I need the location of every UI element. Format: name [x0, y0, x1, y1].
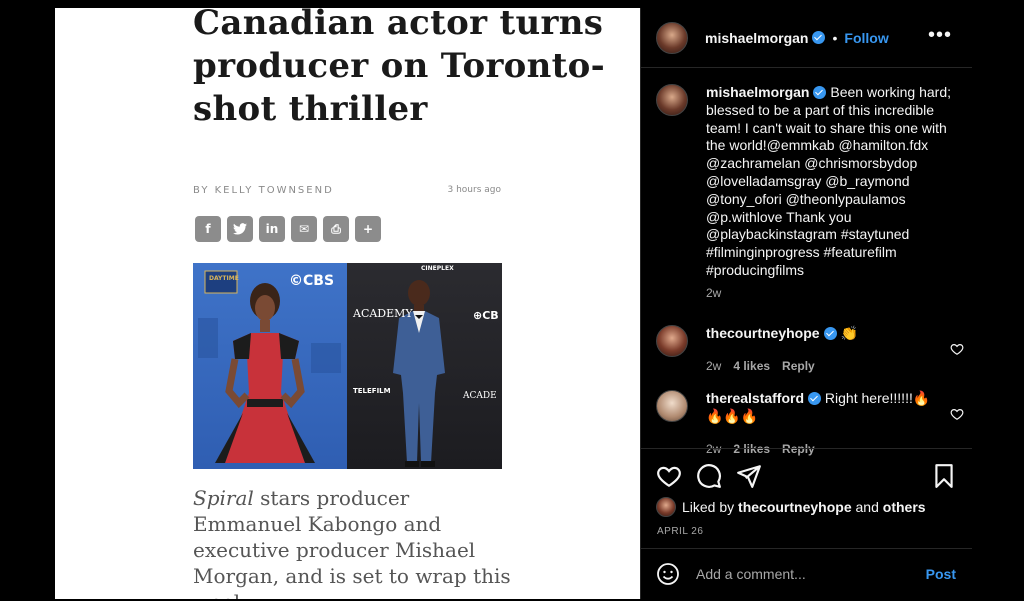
byline-author[interactable]: KELLY TOWNSEND [215, 185, 334, 196]
separator-dot: • [832, 29, 838, 46]
plus-icon: + [362, 222, 374, 236]
follow-button[interactable]: Follow [844, 30, 888, 46]
verified-badge-icon [812, 31, 826, 44]
caption-timestamp[interactable]: 2w [706, 286, 721, 300]
comment-text: 👏 [840, 325, 858, 341]
post-username[interactable]: mishaelmorgan [705, 30, 808, 46]
comment-input[interactable] [696, 566, 906, 582]
like-heart-icon[interactable] [656, 463, 682, 489]
like-comment-heart-icon[interactable] [950, 342, 964, 356]
linkedin-icon: in [265, 222, 279, 236]
photo-right-red-carpet: CINEPLEX ACADEMY ⊕CB TELEFILM ACADE [347, 263, 502, 469]
comment-username[interactable]: therealstafford [706, 390, 804, 406]
liked-by-others[interactable]: others [883, 499, 926, 515]
liked-by-user[interactable]: thecourtneyhope [738, 499, 852, 515]
twitter-icon [233, 223, 247, 235]
share-buttons: f in ✉ ⎙ + [195, 216, 381, 242]
cineplex-logo: CINEPLEX [421, 265, 454, 272]
academy-logo: ACADEMY [353, 307, 413, 320]
facebook-icon: f [205, 222, 211, 236]
post-header: mishaelmorgan • Follow ••• [641, 8, 972, 68]
byline: BY KELLY TOWNSEND [193, 185, 334, 196]
post-actions: Liked by thecourtneyhope and others APRI… [641, 448, 972, 548]
post-comment-button[interactable]: Post [926, 566, 956, 582]
article-panel: Canadian actor turns producer on Toronto… [55, 8, 640, 599]
actor-illustration [393, 280, 445, 467]
comment-likes[interactable]: 4 likes [733, 359, 770, 373]
verified-badge-icon [808, 392, 822, 405]
comment-avatar[interactable] [656, 390, 688, 422]
caption-avatar[interactable] [656, 84, 688, 116]
print-button[interactable]: ⎙ [323, 216, 349, 242]
post-date[interactable]: APRIL 26 [657, 526, 703, 537]
comment-username[interactable]: thecourtneyhope [706, 325, 820, 341]
daytime-logo: DAYTIME [209, 275, 239, 282]
print-icon: ⎙ [331, 221, 341, 236]
more-share-button[interactable]: + [355, 216, 381, 242]
liked-by: Liked by thecourtneyhope and others [656, 497, 926, 517]
facebook-share-button[interactable]: f [195, 216, 221, 242]
comment-bubble-icon[interactable] [696, 463, 722, 489]
cbc-logo: ⊕CB [473, 309, 499, 322]
actress-illustration [198, 270, 341, 463]
email-share-button[interactable]: ✉ [291, 216, 317, 242]
cbs-logo: ©CBS [289, 273, 335, 289]
caption-username[interactable]: mishaelmorgan [706, 84, 809, 100]
telefilm-logo: TELEFILM [353, 387, 391, 395]
avatar[interactable] [656, 21, 688, 54]
comment-body: therealstafford Right here!!!!!!🔥🔥🔥🔥 [706, 390, 936, 425]
verified-badge-icon [813, 86, 827, 99]
comment-body: thecourtneyhope 👏 [706, 325, 936, 343]
comment-time[interactable]: 2w [706, 359, 721, 373]
article-body: Spiral stars producer Emmanuel Kabongo a… [193, 485, 513, 599]
film-title: Spiral [193, 486, 254, 510]
caption-text: mishaelmorgan Been working hard; blessed… [706, 84, 956, 280]
more-options-icon[interactable]: ••• [928, 24, 952, 47]
verified-badge-icon [823, 327, 837, 340]
article-timestamp: 3 hours ago [447, 185, 502, 195]
photo-left-red-carpet: ©CBS DAYTIME [193, 263, 347, 469]
academy-logo-2: ACADE [463, 391, 497, 401]
liked-by-prefix: Liked by [682, 499, 735, 515]
like-comment-heart-icon[interactable] [950, 407, 964, 421]
caption-body: Been working hard; blessed to be a part … [706, 84, 952, 278]
linkedin-share-button[interactable]: in [259, 216, 285, 242]
caption: mishaelmorgan Been working hard; blessed… [656, 84, 956, 280]
article-headline: Canadian actor turns producer on Toronto… [193, 8, 606, 129]
twitter-share-button[interactable] [227, 216, 253, 242]
comment-avatar[interactable] [656, 325, 688, 357]
instagram-post-panel: mishaelmorgan • Follow ••• mishaelmorgan… [640, 8, 972, 599]
emoji-icon[interactable] [656, 562, 680, 586]
save-bookmark-icon[interactable] [931, 463, 957, 489]
email-icon: ✉ [298, 222, 310, 236]
add-comment-bar: Post [641, 548, 972, 599]
liked-by-and: and [855, 499, 879, 515]
comment-reply-button[interactable]: Reply [782, 359, 815, 373]
liked-by-avatar[interactable] [656, 497, 676, 517]
byline-prefix: BY [193, 185, 210, 196]
share-paper-plane-icon[interactable] [736, 463, 762, 489]
comment-meta: 2w 4 likes Reply [706, 359, 815, 373]
article-photo: ©CBS DAYTIME CINEPLEX ACADEMY ⊕CB TELEFI… [193, 263, 502, 469]
